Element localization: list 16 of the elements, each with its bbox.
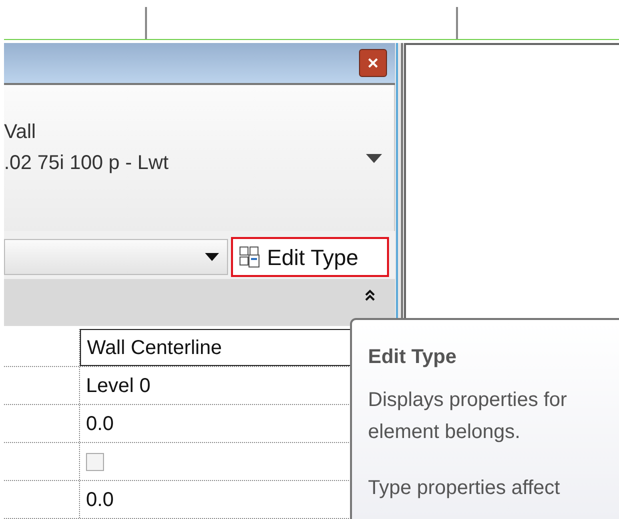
tooltip-title: Edit Type <box>368 345 458 370</box>
type-selector[interactable]: Vall .02 75i 100 p - Lwt <box>4 85 395 231</box>
type-name: .02 75i 100 p - Lwt <box>4 151 170 176</box>
checkbox[interactable] <box>86 452 104 470</box>
tooltip-text: Type properties affect <box>368 476 561 501</box>
dropdown-arrow-icon <box>366 154 382 162</box>
collapse-icon[interactable] <box>365 289 375 301</box>
close-icon <box>368 58 378 68</box>
dropdown-arrow-icon <box>205 253 219 261</box>
filter-dropdown[interactable] <box>4 239 228 275</box>
type-properties-icon <box>239 246 261 268</box>
tooltip-text: Displays properties for <box>368 388 568 413</box>
tooltip-text: element belongs. <box>368 420 522 445</box>
edit-type-button[interactable]: Edit Type <box>231 237 389 277</box>
family-name: Vall <box>4 120 37 145</box>
close-button[interactable] <box>359 49 387 77</box>
